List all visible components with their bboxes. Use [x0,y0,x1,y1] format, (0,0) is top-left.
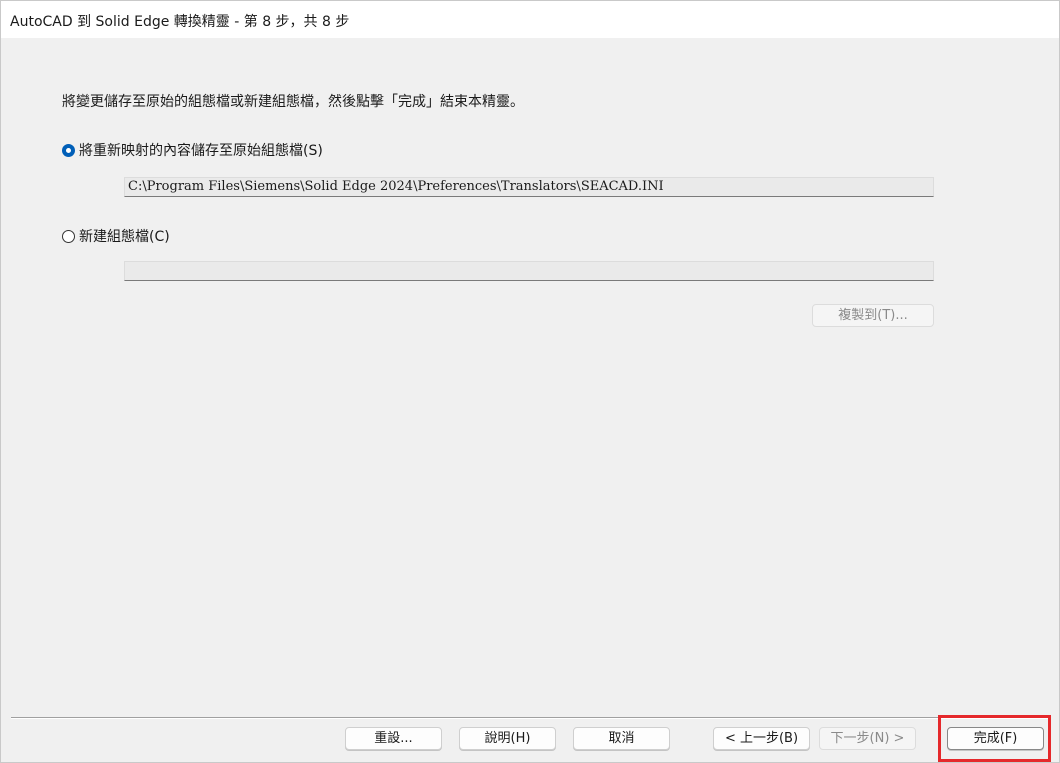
new-config-path-field [124,261,934,281]
finish-button[interactable]: 完成(F) [947,727,1044,750]
radio-save-original[interactable]: 將重新映射的內容儲存至原始組態檔(S) [62,140,323,160]
title-bar: AutoCAD 到 Solid Edge 轉換精靈 - 第 8 步，共 8 步 [1,1,1059,38]
back-button[interactable]: < 上一步(B) [713,727,810,750]
copy-to-button[interactable]: 複製到(T)... [812,304,934,327]
radio-new-config-label[interactable]: 新建組態檔(C) [79,226,170,246]
reset-button[interactable]: 重設... [345,727,442,750]
radio-save-original-label[interactable]: 將重新映射的內容儲存至原始組態檔(S) [79,140,323,160]
cancel-button[interactable]: 取消 [573,727,670,750]
radio-save-original-indicator[interactable] [62,143,75,157]
next-button[interactable]: 下一步(N) > [819,727,916,750]
help-button[interactable]: 說明(H) [459,727,556,750]
radio-new-config-indicator[interactable] [62,229,75,243]
wizard-window: AutoCAD 到 Solid Edge 轉換精靈 - 第 8 步，共 8 步 … [0,0,1060,763]
instruction-text: 將變更儲存至原始的組態檔或新建組態檔，然後點擊「完成」結束本精靈。 [62,94,524,110]
footer-separator [11,717,1051,719]
original-config-path-field: C:\Program Files\Siemens\Solid Edge 2024… [124,177,934,197]
window-title: AutoCAD 到 Solid Edge 轉換精靈 - 第 8 步，共 8 步 [10,14,350,30]
radio-new-config[interactable]: 新建組態檔(C) [62,226,170,246]
